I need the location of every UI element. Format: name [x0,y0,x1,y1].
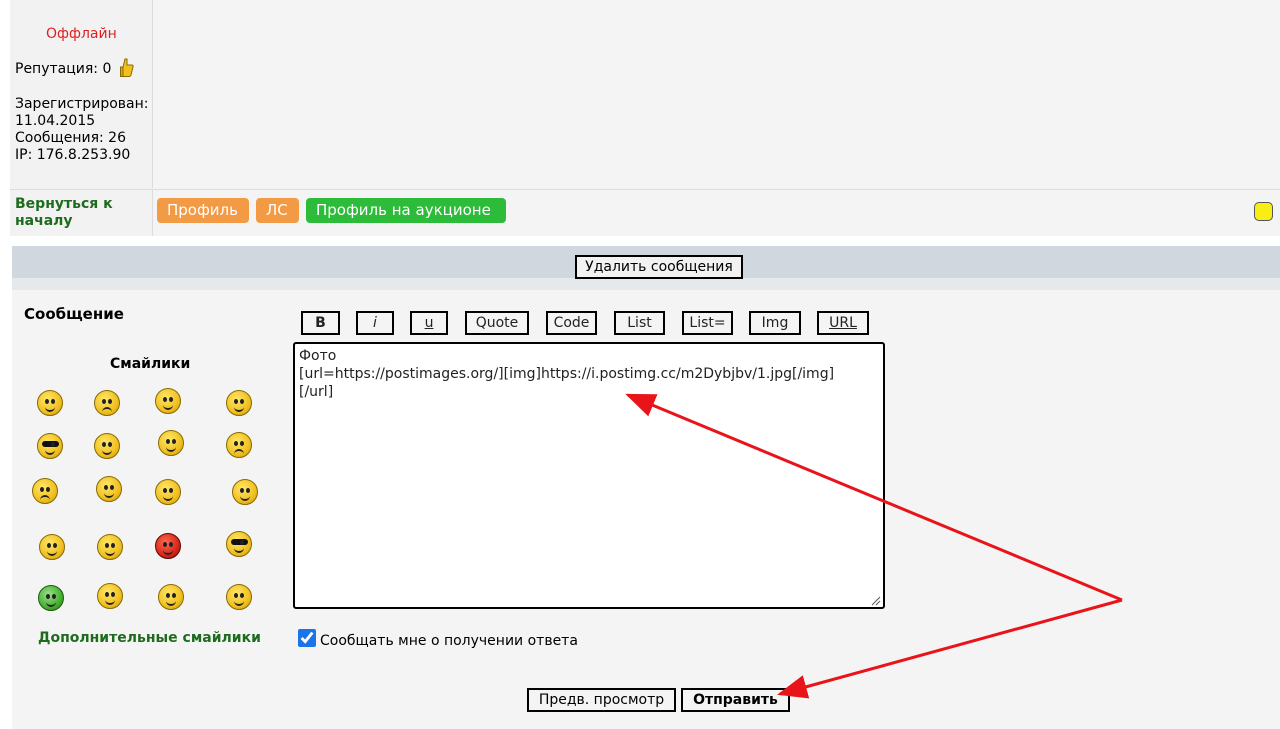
registered-label: Зарегистрирован: [15,96,149,112]
author-ip: IP: 176.8.253.90 [15,147,131,163]
smilies-title: Смайлики [110,356,191,372]
smiley-icon[interactable] [232,479,258,505]
url-button[interactable]: URL [817,311,869,335]
registered-date: 11.04.2015 [15,113,96,129]
smiley-icon[interactable] [38,585,64,611]
more-smilies-link[interactable]: Дополнительные смайлики [38,630,261,646]
smiley-icon[interactable] [226,432,252,458]
smiley-icon[interactable] [226,390,252,416]
underline-button[interactable]: u [410,311,448,335]
messages-count: Сообщения: 26 [15,130,126,146]
notify-checkbox[interactable] [298,629,316,647]
list-button[interactable]: List [614,311,665,335]
smiley-icon[interactable] [155,533,181,559]
post-body [153,0,1280,188]
italic-button[interactable]: i [356,311,394,335]
preview-button[interactable]: Предв. просмотр [527,688,676,712]
delete-messages-button[interactable]: Удалить сообщения [575,255,743,279]
ordered-list-button[interactable]: List= [682,311,733,335]
send-button[interactable]: Отправить [681,688,790,712]
author-status: Оффлайн [46,26,117,42]
smiley-icon[interactable] [94,433,120,459]
resize-grip-icon[interactable] [869,594,881,606]
back-to-top-link[interactable]: Вернуться к началу [15,196,135,230]
notify-label: Сообщать мне о получении ответа [320,633,578,649]
smiley-icon[interactable] [226,584,252,610]
smiley-icon[interactable] [39,534,65,560]
code-button[interactable]: Code [546,311,597,335]
smiley-icon[interactable] [97,583,123,609]
message-title: Сообщение [24,305,124,323]
smiley-icon[interactable] [37,390,63,416]
private-message-button[interactable]: ЛС [256,198,299,223]
smiley-icon[interactable] [37,433,63,459]
smiley-icon[interactable] [97,534,123,560]
author-reputation: Репутация: 0 [15,61,112,77]
smiley-icon[interactable] [158,584,184,610]
message-textarea[interactable] [293,342,885,609]
profile-button[interactable]: Профиль [157,198,249,223]
smiley-icon[interactable] [226,531,252,557]
smiley-icon[interactable] [155,388,181,414]
image-button[interactable]: Img [749,311,801,335]
smiley-icon[interactable] [94,390,120,416]
author-details: Зарегистрирован: 11.04.2015 Сообщения: 2… [15,96,149,164]
smiley-icon[interactable] [155,479,181,505]
quote-button[interactable]: Quote [465,311,529,335]
thumbs-up-icon[interactable] [120,58,134,78]
status-yellow-icon[interactable] [1254,202,1273,221]
bold-button[interactable]: B [301,311,340,335]
smiley-icon[interactable] [32,478,58,504]
auction-profile-button[interactable]: Профиль на аукционе [306,198,506,223]
smiley-icon[interactable] [96,476,122,502]
smiley-icon[interactable] [158,430,184,456]
